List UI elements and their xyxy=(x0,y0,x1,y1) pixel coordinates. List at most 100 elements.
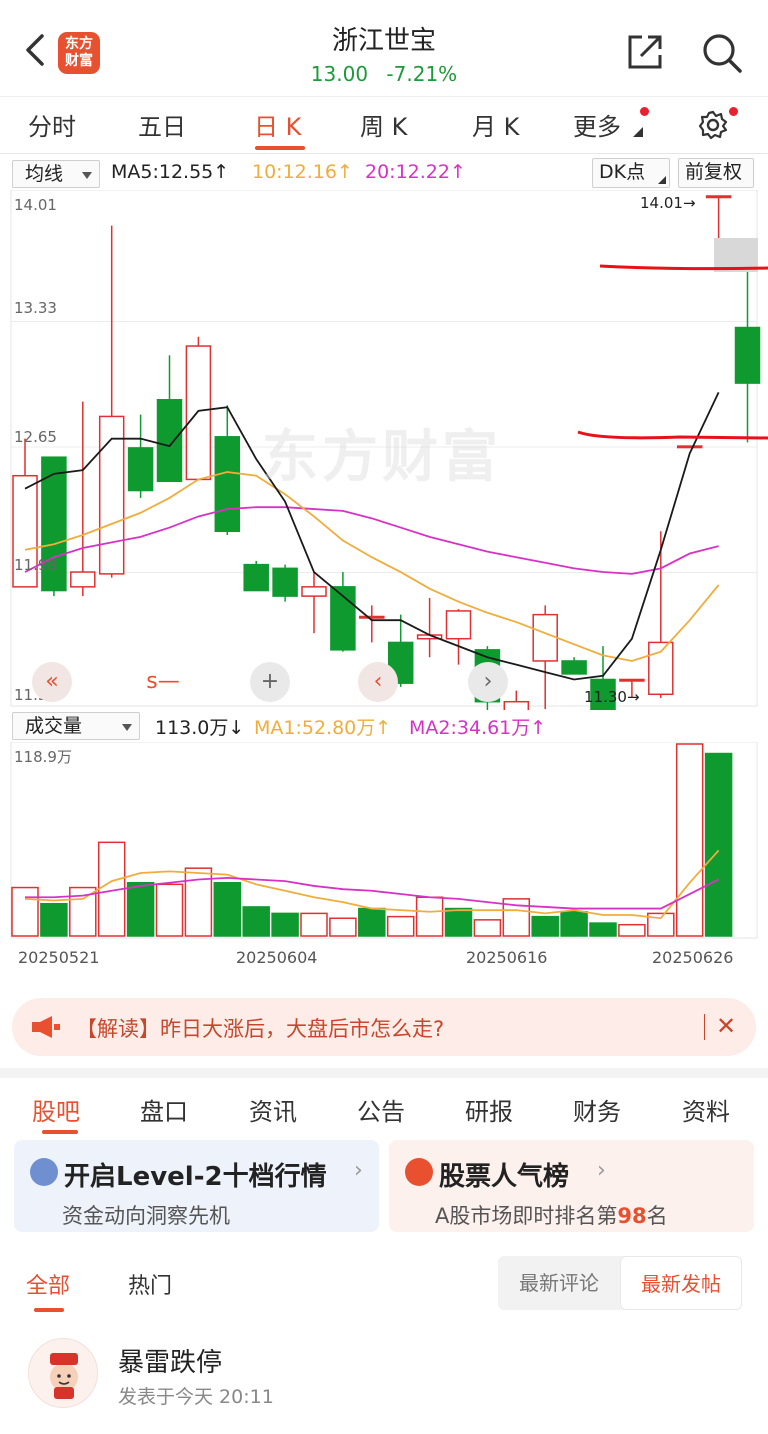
watermark: 东方财富 xyxy=(262,425,502,490)
tab-five-day[interactable]: 五日 xyxy=(138,107,186,142)
volume-max-label: 118.9万 xyxy=(14,748,72,766)
level2-icon xyxy=(30,1158,58,1186)
candle-down xyxy=(127,447,154,492)
avatar[interactable] xyxy=(28,1338,98,1408)
settings-notification-dot xyxy=(729,107,738,116)
volume-bar-down xyxy=(271,912,299,937)
candle-down xyxy=(156,399,183,483)
date-label-3: 20250616 xyxy=(466,948,548,967)
indicator-select[interactable]: 均线 xyxy=(12,160,100,188)
banner-divider xyxy=(704,1014,705,1040)
y-label-2: 13.33 xyxy=(14,299,57,317)
volume-bar-down xyxy=(560,911,588,937)
popularity-subtitle: A股市场即时排名第98名 xyxy=(435,1204,668,1228)
level2-subtitle: 资金动向洞察先机 xyxy=(62,1204,230,1228)
shrink-button[interactable]: s— xyxy=(138,662,188,702)
tab-news[interactable]: 资讯 xyxy=(249,1092,297,1127)
volume-bar-up xyxy=(473,919,502,937)
volume-bar-down xyxy=(444,907,473,937)
tab-intraday[interactable]: 分时 xyxy=(28,107,76,142)
low-price-marker: 11.30→ xyxy=(584,688,640,706)
volume-value: 113.0万↓ xyxy=(155,717,245,739)
chevron-right-icon: › xyxy=(354,1158,363,1183)
date-label-2: 20250604 xyxy=(236,948,318,967)
candle-down xyxy=(734,326,761,384)
candle-up xyxy=(185,345,212,481)
candle-up xyxy=(705,195,732,199)
banner-text: 【解读】昨日大涨后，大盘后市怎么走? xyxy=(76,1017,445,1041)
candle-up xyxy=(98,415,125,575)
y-label-3: 12.65 xyxy=(14,428,57,446)
settings-gear-icon[interactable] xyxy=(697,109,729,141)
candle-down xyxy=(272,567,298,597)
search-icon[interactable] xyxy=(700,31,744,75)
volume-bar-up xyxy=(618,923,646,937)
candle-up xyxy=(503,700,530,710)
vol-ma1-value: MA1:52.80万↑ xyxy=(254,717,392,739)
tab-announcements[interactable]: 公告 xyxy=(357,1092,405,1127)
tab-profile[interactable]: 资料 xyxy=(682,1092,730,1127)
feed-tab-all[interactable]: 全部 xyxy=(26,1268,70,1300)
volume-bar-up xyxy=(415,896,444,937)
adjust-price-button[interactable]: 前复权 xyxy=(678,158,754,188)
volume-bar-up xyxy=(386,915,415,937)
tab-daily-k[interactable]: 日 K xyxy=(254,107,301,142)
popularity-title: 股票人气榜 xyxy=(439,1162,570,1192)
dk-point-button[interactable]: DK点 xyxy=(592,158,670,188)
section-tab-underline xyxy=(42,1130,78,1134)
feed-tab-hot[interactable]: 热门 xyxy=(128,1268,172,1300)
candle-up xyxy=(359,615,385,619)
zoom-in-button[interactable]: + xyxy=(250,662,290,702)
annotation-line-bottom xyxy=(577,430,768,440)
candle-up xyxy=(648,641,674,696)
level2-title: 开启Level-2十档行情 xyxy=(64,1162,327,1192)
volume-bar-down xyxy=(531,915,559,937)
volume-bar-up xyxy=(329,917,357,937)
high-price-marker: 14.01→ xyxy=(640,194,696,212)
next-button[interactable]: › xyxy=(468,662,508,702)
feed-tab-underline xyxy=(34,1308,64,1312)
sort-toggle: 最新评论 最新发帖 xyxy=(498,1256,742,1310)
share-icon[interactable] xyxy=(624,31,666,73)
candle-down xyxy=(243,563,269,592)
ma10-value: 10:12.16↑ xyxy=(252,161,353,183)
sort-latest-comment[interactable]: 最新评论 xyxy=(498,1256,620,1310)
tab-order-book[interactable]: 盘口 xyxy=(140,1092,188,1127)
tab-monthly-k[interactable]: 月 K xyxy=(472,107,519,142)
volume-bar-up xyxy=(11,886,39,937)
tab-research[interactable]: 研报 xyxy=(465,1092,513,1127)
popularity-rank: 98 xyxy=(617,1204,647,1228)
volume-bar-up xyxy=(300,912,328,937)
volume-bar-down xyxy=(704,752,733,937)
chevron-right-icon: › xyxy=(597,1158,606,1183)
fast-back-button[interactable]: « xyxy=(32,662,72,702)
date-label-1: 20250521 xyxy=(18,948,100,967)
bar-chart-icon xyxy=(405,1158,433,1186)
tab-forum[interactable]: 股吧 xyxy=(32,1092,80,1127)
level2-card[interactable]: 开启Level-2十档行情 › 资金动向洞察先机 xyxy=(14,1140,379,1232)
post-title[interactable]: 暴雷跌停 xyxy=(118,1342,222,1379)
volume-bar-down xyxy=(126,881,155,937)
popularity-card[interactable]: 股票人气榜 › A股市场即时排名第98名 xyxy=(389,1140,754,1232)
y-label-max: 14.01 xyxy=(14,196,57,214)
vol-ma2-value: MA2:34.61万↑ xyxy=(409,717,547,739)
candle-up xyxy=(301,586,327,597)
volume-indicator-select[interactable]: 成交量 xyxy=(12,712,140,740)
candle-up xyxy=(676,445,703,449)
volume-bar-down xyxy=(40,902,68,937)
prev-button[interactable]: ‹ xyxy=(358,662,398,702)
tab-more[interactable]: 更多 xyxy=(573,107,621,142)
sort-latest-post[interactable]: 最新发帖 xyxy=(620,1256,742,1310)
volume-chart[interactable] xyxy=(0,742,768,942)
ma5-value: MA5:12.55↑ xyxy=(111,161,230,183)
news-banner[interactable]: 【解读】昨日大涨后，大盘后市怎么走? ✕ xyxy=(12,998,756,1056)
banner-close-icon[interactable]: ✕ xyxy=(716,1012,736,1040)
tab-weekly-k[interactable]: 周 K xyxy=(360,107,407,142)
volume-bar-up xyxy=(155,883,184,937)
candle-up xyxy=(70,571,96,588)
stock-price: 13.00 xyxy=(310,62,369,86)
stock-change-pct: -7.21% xyxy=(386,62,458,86)
notification-dot xyxy=(640,107,649,116)
tab-financials[interactable]: 财务 xyxy=(573,1092,621,1127)
candle-up xyxy=(445,610,472,640)
